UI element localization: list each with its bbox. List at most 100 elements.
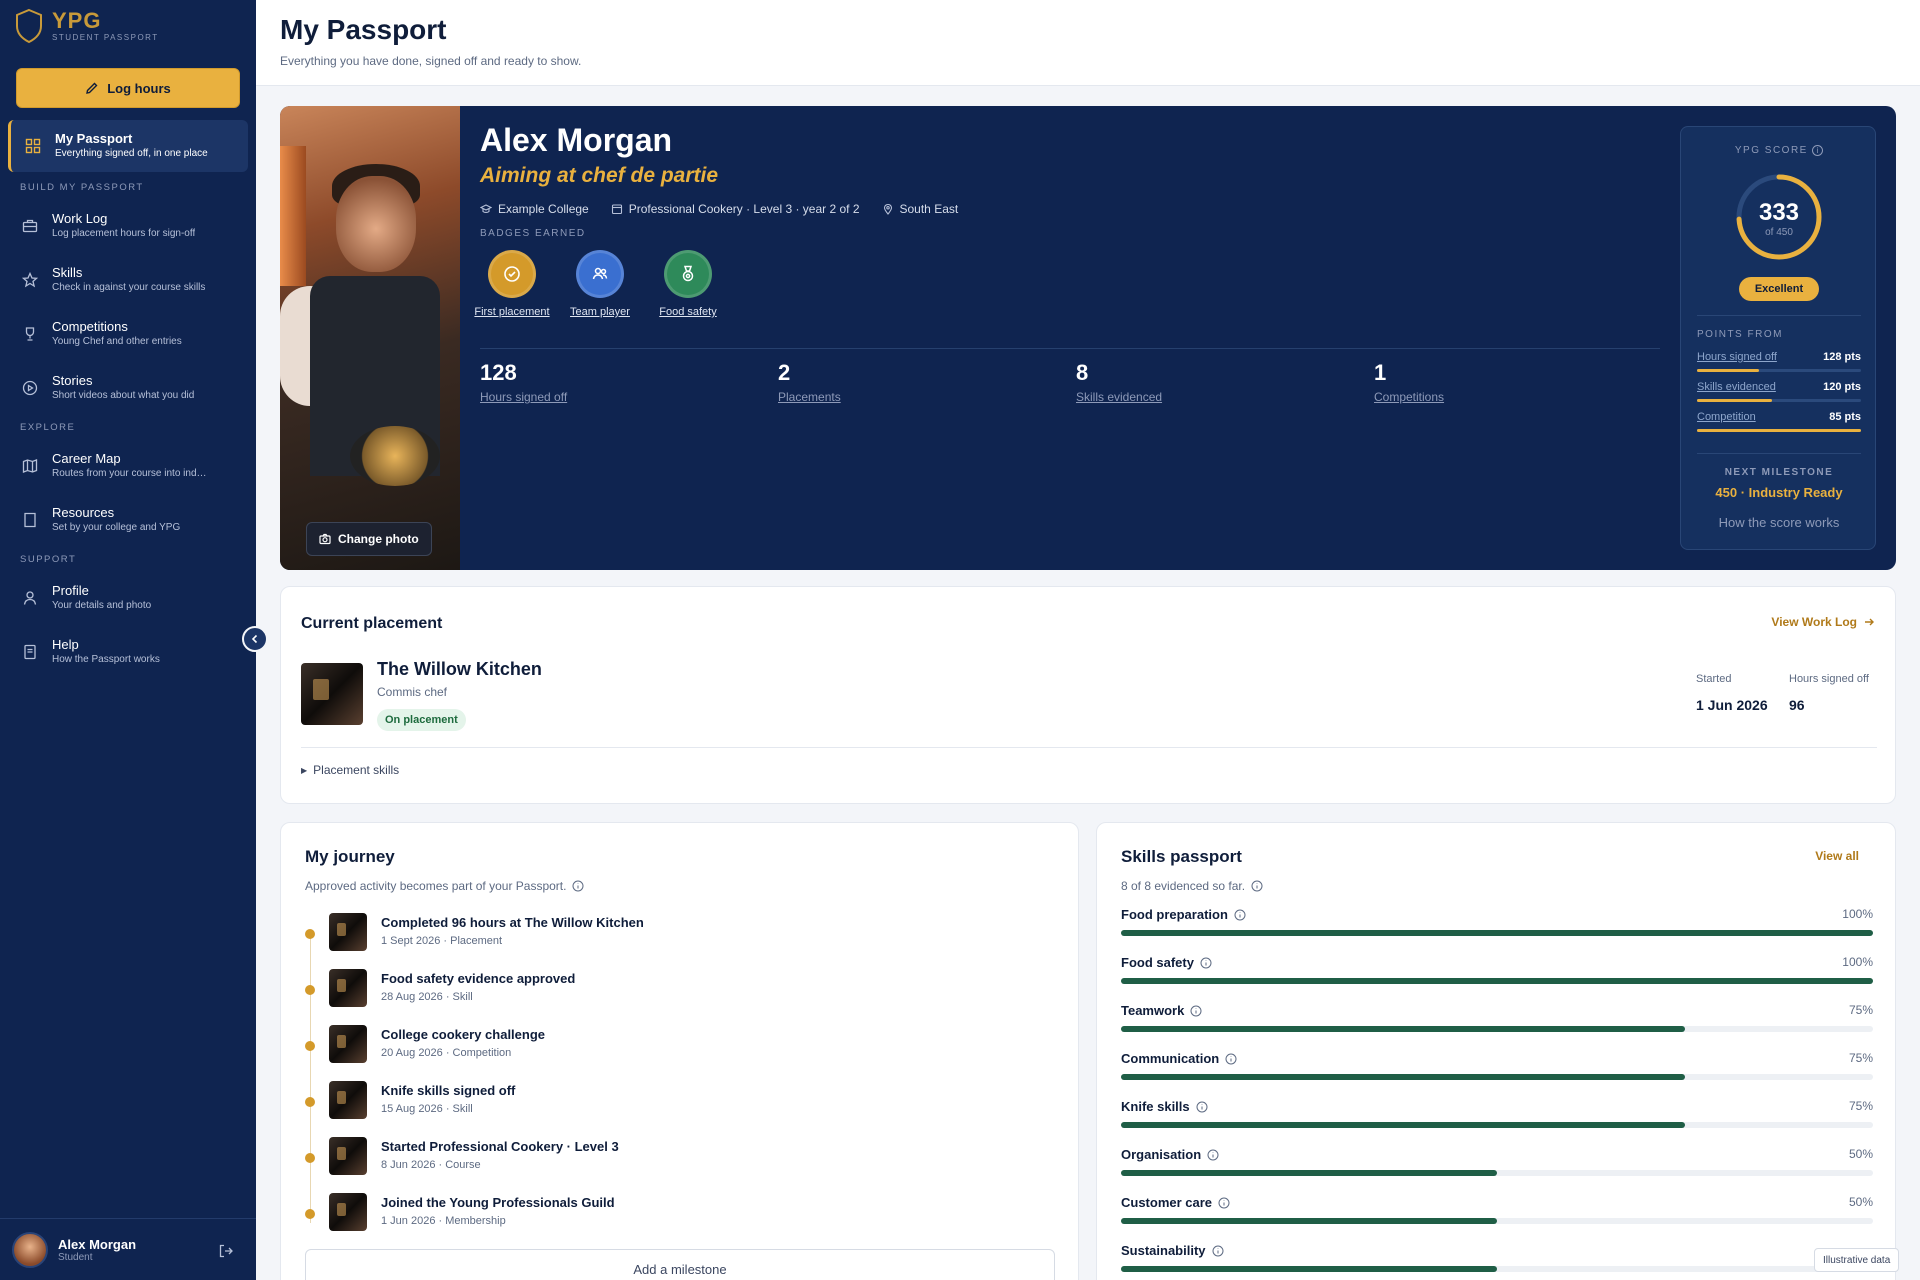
info-icon[interactable] xyxy=(572,880,584,892)
location-pin-icon xyxy=(883,203,892,215)
skill-progress-track xyxy=(1121,1218,1873,1224)
badge-team-player[interactable]: Team player xyxy=(560,250,640,318)
skill-row[interactable]: Sustainability xyxy=(1121,1243,1873,1272)
timeline-item[interactable]: Joined the Young Professionals Guild 1 Ju… xyxy=(305,1193,1005,1233)
sidebar-item-title: Resources xyxy=(52,505,115,520)
sidebar-collapse-button[interactable] xyxy=(242,626,268,652)
skill-percent: 50% xyxy=(1848,1147,1873,1161)
points-row-hours[interactable]: Hours signed off 128 pts xyxy=(1697,351,1861,372)
section-title: My journey xyxy=(305,847,395,866)
stat-label: Skills evidenced xyxy=(1076,390,1163,404)
points-value: 120 pts xyxy=(1823,381,1861,393)
timeline-dot xyxy=(305,929,315,939)
medal-icon xyxy=(682,265,694,282)
next-milestone-label: NEXT MILESTONE xyxy=(1724,467,1834,478)
college-name: Example College xyxy=(498,202,589,216)
passport-hero: Change photo Alex Morgan Aiming at chef … xyxy=(280,106,1896,570)
skill-row[interactable]: Food safety 100% xyxy=(1121,955,1873,984)
timeline-dot xyxy=(305,1153,315,1163)
timeline-item[interactable]: College cookery challenge 20 Aug 2026 · C… xyxy=(305,1025,1005,1065)
badge-food-safety[interactable]: Food safety xyxy=(648,250,728,318)
skill-row[interactable]: Knife skills 75% xyxy=(1121,1099,1873,1128)
book-icon xyxy=(24,512,36,528)
grid-icon xyxy=(25,138,41,154)
log-hours-button[interactable]: Log hours xyxy=(16,68,240,108)
trophy-icon xyxy=(25,327,35,341)
current-placement-card: Current placement View Work Log The Will… xyxy=(280,586,1896,804)
ypg-score-card: YPG SCORE i 333 of 450 Excellent POINTS … xyxy=(1680,126,1876,550)
skill-progress-track xyxy=(1121,1122,1873,1128)
add-milestone-button[interactable]: Add a milestone xyxy=(305,1249,1055,1280)
stat-placements[interactable]: 2 Placements xyxy=(778,360,841,404)
sidebar-item-subtitle: Everything signed off, in one place xyxy=(55,148,208,159)
skill-progress-fill xyxy=(1121,1074,1685,1080)
info-icon[interactable] xyxy=(1234,909,1246,921)
placement-skills-toggle[interactable]: ▶ Placement skills xyxy=(301,763,399,777)
score-max: of 450 xyxy=(1765,227,1793,238)
info-icon[interactable] xyxy=(1225,1053,1237,1065)
info-icon[interactable] xyxy=(1190,1005,1202,1017)
skill-name: Teamwork xyxy=(1121,1003,1185,1018)
badge-first-placement[interactable]: First placement xyxy=(472,250,552,318)
timeline-dot xyxy=(305,985,315,995)
sidebar-item-subtitle: Your details and photo xyxy=(52,600,152,611)
divider xyxy=(1697,453,1861,454)
sidebar-item-resources[interactable]: Resources Set by your college and YPG xyxy=(8,494,248,546)
skill-progress-track xyxy=(1121,1026,1873,1032)
skill-row[interactable]: Teamwork 75% xyxy=(1121,1003,1873,1032)
info-icon[interactable] xyxy=(1212,1245,1224,1257)
timeline-item[interactable]: Knife skills signed off 15 Aug 2026 · Ski… xyxy=(305,1081,1005,1121)
sidebar-item-skills[interactable]: Skills Check in against your course skill… xyxy=(8,254,248,306)
sidebar-item-work-log[interactable]: Work Log Log placement hours for sign-off xyxy=(8,200,248,252)
how-score-works-link[interactable]: How the score works xyxy=(1681,515,1877,530)
sidebar-item-competitions[interactable]: Competitions Young Chef and other entries xyxy=(8,308,248,360)
timeline-title: Food safety evidence approved xyxy=(381,971,576,986)
graduation-cap-icon xyxy=(480,204,492,214)
skill-progress-fill xyxy=(1121,1266,1497,1272)
skill-row[interactable]: Organisation 50% xyxy=(1121,1147,1873,1176)
skill-row[interactable]: Food preparation 100% xyxy=(1121,907,1873,936)
timeline-item[interactable]: Food safety evidence approved 28 Aug 2026… xyxy=(305,969,1005,1009)
badge-label: Team player xyxy=(570,306,630,318)
skill-row[interactable]: Customer care 50% xyxy=(1121,1195,1873,1224)
sidebar-item-stories[interactable]: Stories Short videos about what you did xyxy=(8,362,248,414)
skill-progress-fill xyxy=(1121,1122,1685,1128)
divider xyxy=(480,348,1660,349)
timeline-item[interactable]: Started Professional Cookery · Level 3 8 … xyxy=(305,1137,1005,1177)
points-row-competition[interactable]: Competition 85 pts xyxy=(1697,411,1861,432)
shield-logo-icon xyxy=(16,8,42,44)
skill-progress-fill xyxy=(1121,1026,1685,1032)
info-icon[interactable] xyxy=(1207,1149,1219,1161)
sidebar-item-my-passport[interactable]: My Passport Everything signed off, in one… xyxy=(8,120,248,172)
sidebar: YPG STUDENT PASSPORT Log hours My Passpo… xyxy=(0,0,256,1280)
sidebar-user[interactable]: Alex Morgan Student xyxy=(0,1218,256,1280)
logout-icon[interactable] xyxy=(218,1243,234,1259)
skill-name: Sustainability xyxy=(1121,1243,1206,1258)
info-icon[interactable] xyxy=(1251,880,1263,892)
score-title: YPG SCORE i xyxy=(1681,145,1877,156)
skill-progress-track xyxy=(1121,930,1873,936)
section-support: SUPPORT xyxy=(20,554,77,565)
user-role: Student xyxy=(58,1251,93,1263)
info-icon[interactable] xyxy=(1218,1197,1230,1209)
info-icon[interactable] xyxy=(1200,957,1212,969)
view-all-link[interactable]: View all xyxy=(1815,849,1859,863)
points-row-skills[interactable]: Skills evidenced 120 pts xyxy=(1697,381,1861,402)
skill-row[interactable]: Communication 75% xyxy=(1121,1051,1873,1080)
sidebar-item-profile[interactable]: Profile Your details and photo xyxy=(8,572,248,624)
stat-competitions[interactable]: 1 Competitions xyxy=(1374,360,1444,404)
view-work-log-link[interactable]: View Work Log xyxy=(1771,615,1875,629)
info-icon[interactable]: i xyxy=(1812,145,1824,156)
sidebar-item-career-map[interactable]: Career Map Routes from your course into i… xyxy=(8,440,248,492)
brand-logo[interactable]: YPG STUDENT PASSPORT xyxy=(14,8,159,44)
timeline-title: Started Professional Cookery · Level 3 xyxy=(381,1139,619,1154)
timeline-item[interactable]: Completed 96 hours at The Willow Kitchen… xyxy=(305,913,1005,953)
stat-hours[interactable]: 128 Hours signed off xyxy=(480,360,567,404)
stat-skills[interactable]: 8 Skills evidenced xyxy=(1076,360,1162,404)
help-icon xyxy=(24,644,36,660)
chevron-left-icon xyxy=(251,634,258,644)
info-icon[interactable] xyxy=(1196,1101,1208,1113)
sidebar-item-help[interactable]: Help How the Passport works xyxy=(8,626,248,678)
region: South East xyxy=(899,202,959,216)
change-photo-button[interactable]: Change photo xyxy=(306,522,432,556)
